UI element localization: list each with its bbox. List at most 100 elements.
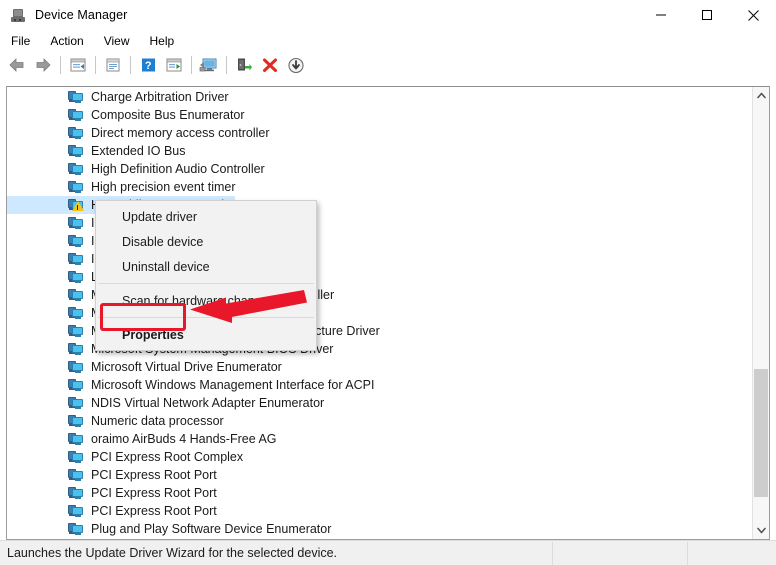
device-row[interactable]: Plug and Play Software Device Enumerator — [7, 520, 753, 538]
device-row[interactable]: High precision event timer — [7, 178, 753, 196]
device-row[interactable]: Composite Bus Enumerator — [7, 106, 753, 124]
device-icon — [68, 522, 84, 536]
device-row-label: PCI Express Root Complex — [91, 450, 244, 464]
menu-file[interactable]: File — [2, 32, 39, 50]
context-menu-separator — [98, 317, 314, 318]
device-icon — [68, 486, 84, 500]
status-message: Launches the Update Driver Wizard for th… — [7, 546, 338, 560]
window-title: Device Manager — [35, 8, 128, 22]
device-row[interactable]: Microsoft Virtual Drive Enumerator — [7, 358, 753, 376]
device-icon — [68, 288, 84, 302]
show-hide-console-tree-icon[interactable] — [66, 54, 90, 76]
uninstall-device-icon[interactable] — [258, 54, 282, 76]
update-driver-icon[interactable] — [162, 54, 186, 76]
device-icon — [68, 414, 84, 428]
menu-view[interactable]: View — [95, 32, 139, 50]
toolbar-separator — [130, 56, 131, 74]
device-icon — [68, 432, 84, 446]
status-bar: Launches the Update Driver Wizard for th… — [0, 540, 776, 565]
close-button[interactable] — [730, 0, 776, 30]
device-row[interactable]: Direct memory access controller — [7, 124, 753, 142]
device-row-label: PCI Express Root Port — [91, 504, 217, 518]
scroll-down-button[interactable] — [753, 522, 769, 539]
device-row[interactable]: Microsoft Windows Management Interface f… — [7, 376, 753, 394]
device-icon — [68, 162, 84, 176]
properties-icon[interactable] — [101, 54, 125, 76]
device-icon — [68, 108, 84, 122]
vertical-scrollbar[interactable] — [752, 87, 769, 539]
menu-bar: File Action View Help — [0, 30, 776, 52]
device-row-label: NDIS Virtual Network Adapter Enumerator — [91, 396, 325, 410]
toolbar-separator — [226, 56, 227, 74]
device-row-label: Composite Bus Enumerator — [91, 108, 245, 122]
maximize-button[interactable] — [684, 0, 730, 30]
context-menu-item[interactable]: Scan for hardware changes — [96, 288, 316, 313]
scan-for-hardware-changes-icon[interactable] — [197, 54, 221, 76]
device-row[interactable]: NDIS Virtual Network Adapter Enumerator — [7, 394, 753, 412]
toolbar-separator — [60, 56, 61, 74]
minimize-button[interactable] — [638, 0, 684, 30]
device-row-label: PCI Express Root Port — [91, 468, 217, 482]
device-icon — [68, 234, 84, 248]
scroll-up-button[interactable] — [753, 87, 769, 104]
device-icon — [68, 396, 84, 410]
device-icon-warning — [68, 198, 84, 212]
status-pane-secondary — [553, 541, 688, 565]
device-row[interactable]: Extended IO Bus — [7, 142, 753, 160]
device-row[interactable]: PCI Express Root Port — [7, 502, 753, 520]
device-row-label: oraimo AirBuds 4 Hands-Free AG — [91, 432, 277, 446]
device-icon — [68, 144, 84, 158]
device-icon — [68, 90, 84, 104]
device-row-label: Microsoft Virtual Drive Enumerator — [91, 360, 282, 374]
device-row[interactable]: PCI Express Root Port — [7, 484, 753, 502]
context-menu-item[interactable]: Properties — [96, 322, 316, 347]
scrollbar-thumb[interactable] — [754, 369, 768, 497]
device-row-label: Numeric data processor — [91, 414, 224, 428]
device-icon — [68, 342, 84, 356]
device-icon — [68, 360, 84, 374]
disable-device-icon[interactable] — [284, 54, 308, 76]
window-controls — [638, 0, 776, 30]
device-row[interactable]: Charge Arbitration Driver — [7, 88, 753, 106]
context-menu-separator — [98, 283, 314, 284]
enable-device-icon[interactable] — [232, 54, 256, 76]
device-row-label: High Definition Audio Controller — [91, 162, 265, 176]
device-manager-icon — [10, 7, 26, 23]
device-icon — [68, 126, 84, 140]
context-menu-item[interactable]: Uninstall device — [96, 254, 316, 279]
device-row[interactable]: Numeric data processor — [7, 412, 753, 430]
status-pane-message: Launches the Update Driver Wizard for th… — [0, 541, 553, 565]
device-row[interactable]: PCI Express Root Port — [7, 466, 753, 484]
toolbar: ? — [0, 52, 776, 78]
device-row[interactable]: PCI Express Root Complex — [7, 448, 753, 466]
device-icon — [68, 378, 84, 392]
device-icon — [68, 324, 84, 338]
device-row-label: Plug and Play Software Device Enumerator — [91, 522, 332, 536]
device-row[interactable]: oraimo AirBuds 4 Hands-Free AG — [7, 430, 753, 448]
back-icon[interactable] — [5, 54, 29, 76]
window-titlebar: Device Manager — [0, 0, 776, 30]
device-icon — [68, 450, 84, 464]
device-row-label: High precision event timer — [91, 180, 236, 194]
menu-help[interactable]: Help — [141, 32, 184, 50]
forward-icon[interactable] — [31, 54, 55, 76]
context-menu-item[interactable]: Update driver — [96, 204, 316, 229]
device-icon — [68, 504, 84, 518]
device-icon — [68, 252, 84, 266]
help-icon[interactable]: ? — [136, 54, 160, 76]
context-menu[interactable]: Update driver Disable device Uninstall dev… — [95, 200, 317, 351]
device-row[interactable]: High Definition Audio Controller — [7, 160, 753, 178]
device-row-label: PCI Express Root Port — [91, 486, 217, 500]
device-icon — [68, 216, 84, 230]
context-menu-item[interactable]: Disable device — [96, 229, 316, 254]
device-row-label: Extended IO Bus — [91, 144, 186, 158]
device-icon — [68, 306, 84, 320]
svg-text:?: ? — [145, 60, 152, 72]
toolbar-separator — [191, 56, 192, 74]
device-row-label: Direct memory access controller — [91, 126, 270, 140]
device-icon — [68, 270, 84, 284]
toolbar-separator — [95, 56, 96, 74]
status-pane-tertiary — [688, 542, 776, 565]
device-icon — [68, 468, 84, 482]
menu-action[interactable]: Action — [41, 32, 92, 50]
